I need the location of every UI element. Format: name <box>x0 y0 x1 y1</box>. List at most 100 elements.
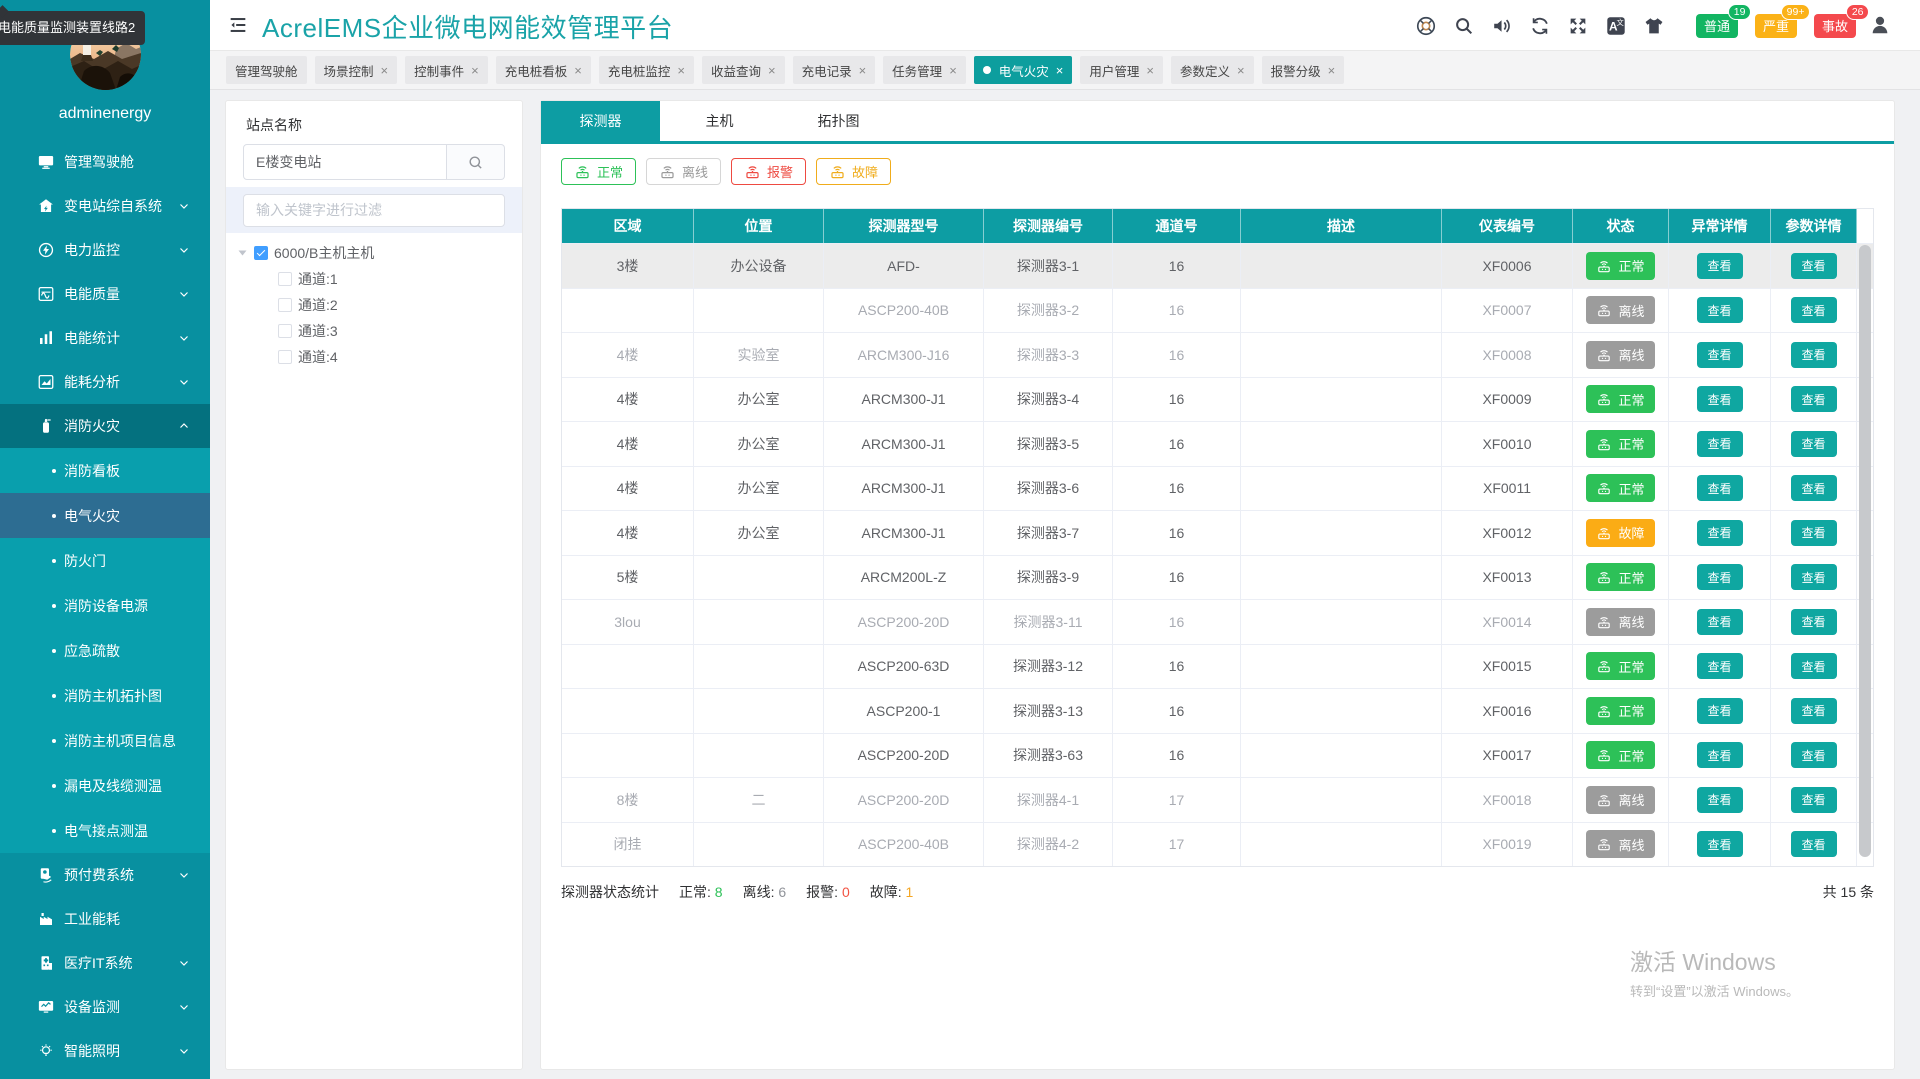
tab-主机[interactable]: 主机 <box>660 101 779 141</box>
view-button[interactable]: 查看 <box>1790 564 1837 591</box>
sidebar-subitem-消防主机拓扑图[interactable]: 消防主机拓扑图 <box>0 673 210 718</box>
view-button[interactable]: 查看 <box>1790 519 1837 546</box>
checkbox-unchecked[interactable] <box>278 324 292 338</box>
sidebar-subitem-电气火灾[interactable]: 电气火灾 <box>0 493 210 538</box>
checkbox-checked[interactable] <box>254 246 268 260</box>
work-tab-场景控制[interactable]: 场景控制 × <box>314 56 398 84</box>
table-row[interactable]: 4楼 办公室 ARCM300-J1 探测器3-6 16 XF0011 正常 查看 查看 <box>562 465 1873 510</box>
view-button[interactable]: 查看 <box>1696 653 1743 680</box>
tree-node-通道:1[interactable]: 通道:1 <box>226 266 522 292</box>
work-tab-电气火灾[interactable]: 电气火灾 × <box>973 56 1073 84</box>
work-tab-充电记录[interactable]: 充电记录 × <box>792 56 876 84</box>
work-tab-充电桩监控[interactable]: 充电桩监控 × <box>598 56 694 84</box>
work-tab-任务管理[interactable]: 任务管理 × <box>883 56 966 84</box>
table-row[interactable]: 4楼 办公室 ARCM300-J1 探测器3-4 16 XF0009 正常 查看 查看 <box>562 376 1873 421</box>
volume-icon[interactable] <box>1491 15 1513 37</box>
table-row[interactable]: 4楼 办公室 ARCM300-J1 探测器3-5 16 XF0010 正常 查看 查看 <box>562 421 1873 466</box>
tab-探测器[interactable]: 探测器 <box>541 101 660 141</box>
alarm-button-事故[interactable]: 事故 26 <box>1813 3 1869 38</box>
table-scrollbar[interactable] <box>1859 245 1871 857</box>
alarm-button-严重[interactable]: 严重 99+ <box>1754 3 1810 38</box>
work-tab-控制事件[interactable]: 控制事件 × <box>405 56 488 84</box>
view-button[interactable]: 查看 <box>1696 519 1743 546</box>
table-row[interactable]: ASCP200-40B 探测器3-2 16 XF0007 离线 查看 查看 <box>562 287 1873 332</box>
filter-button-正常[interactable]: 正常 <box>561 158 637 185</box>
work-tab-管理驾驶舱[interactable]: 管理驾驶舱 <box>226 56 307 84</box>
table-row[interactable]: ASCP200-20D 探测器3-63 16 XF0017 正常 查看 查看 <box>562 732 1873 777</box>
close-icon[interactable]: × <box>1237 63 1245 78</box>
view-button[interactable]: 查看 <box>1696 564 1743 591</box>
sidebar-subitem-防火门[interactable]: 防火门 <box>0 538 210 583</box>
sidebar-item-电力监控[interactable]: 电力监控 <box>0 228 210 272</box>
sidebar-item-设备监测[interactable]: 设备监测 <box>0 985 210 1029</box>
sidebar-item-能耗分析[interactable]: 能耗分析 <box>0 360 210 404</box>
close-icon[interactable]: × <box>949 63 957 78</box>
view-button[interactable]: 查看 <box>1696 386 1743 413</box>
tree-node-通道:4[interactable]: 通道:4 <box>226 344 522 370</box>
table-row[interactable]: ASCP200-1 探测器3-13 16 XF0016 正常 查看 查看 <box>562 688 1873 733</box>
view-button[interactable]: 查看 <box>1790 475 1837 502</box>
search-icon[interactable] <box>1453 15 1475 37</box>
tree-node-通道:3[interactable]: 通道:3 <box>226 318 522 344</box>
close-icon[interactable]: × <box>859 63 867 78</box>
sidebar-item-医疗IT系统[interactable]: 医疗IT系统 <box>0 941 210 985</box>
work-tab-用户管理[interactable]: 用户管理 × <box>1080 56 1163 84</box>
sidebar-subitem-消防看板[interactable]: 消防看板 <box>0 448 210 493</box>
view-button[interactable]: 查看 <box>1790 252 1837 279</box>
checkbox-unchecked[interactable] <box>278 298 292 312</box>
theme-icon[interactable] <box>1643 15 1665 37</box>
user-icon[interactable] <box>1869 14 1891 36</box>
help-icon[interactable] <box>1415 15 1437 37</box>
tree-filter-input[interactable] <box>243 193 505 227</box>
filter-button-离线[interactable]: 离线 <box>646 158 722 185</box>
tree-node-root[interactable]: 6000/B主机主机 <box>226 240 522 266</box>
view-button[interactable]: 查看 <box>1696 341 1743 368</box>
view-button[interactable]: 查看 <box>1696 430 1743 457</box>
sidebar-item-工业能耗[interactable]: 工业能耗 <box>0 897 210 941</box>
view-button[interactable]: 查看 <box>1790 653 1837 680</box>
view-button[interactable]: 查看 <box>1790 786 1837 813</box>
view-button[interactable]: 查看 <box>1696 297 1743 324</box>
view-button[interactable]: 查看 <box>1790 430 1837 457</box>
sidebar-subitem-消防设备电源[interactable]: 消防设备电源 <box>0 583 210 628</box>
table-row[interactable]: 闭挂 ASCP200-40B 探测器4-2 17 XF0019 离线 查看 查看 <box>562 821 1873 866</box>
tab-拓扑图[interactable]: 拓扑图 <box>779 101 898 141</box>
close-icon[interactable]: × <box>677 63 685 78</box>
work-tab-收益查询[interactable]: 收益查询 × <box>701 56 785 84</box>
work-tab-报警分级[interactable]: 报警分级 × <box>1261 56 1345 84</box>
table-row[interactable]: ASCP200-63D 探测器3-12 16 XF0015 正常 查看 查看 <box>562 643 1873 688</box>
view-button[interactable]: 查看 <box>1696 252 1743 279</box>
view-button[interactable]: 查看 <box>1696 475 1743 502</box>
sidebar-item-智能照明[interactable]: 智能照明 <box>0 1029 210 1073</box>
sidebar-item-管理驾驶舱[interactable]: 管理驾驶舱 <box>0 140 210 184</box>
view-button[interactable]: 查看 <box>1790 608 1837 635</box>
sidebar-subitem-电气接点测温[interactable]: 电气接点测温 <box>0 808 210 853</box>
work-tab-参数定义[interactable]: 参数定义 × <box>1171 56 1254 84</box>
refresh-icon[interactable] <box>1529 15 1551 37</box>
sidebar-subitem-漏电及线缆测温[interactable]: 漏电及线缆测温 <box>0 763 210 808</box>
close-icon[interactable]: × <box>1146 63 1154 78</box>
table-row[interactable]: 3楼 办公设备 AFD- 探测器3-1 16 XF0006 正常 查看 查看 <box>562 243 1873 288</box>
sidebar-item-变电站综自系统[interactable]: 变电站综自系统 <box>0 184 210 228</box>
view-button[interactable]: 查看 <box>1790 297 1837 324</box>
table-row[interactable]: 4楼 办公室 ARCM300-J1 探测器3-7 16 XF0012 故障 查看 查看 <box>562 510 1873 555</box>
view-button[interactable]: 查看 <box>1790 697 1837 724</box>
menu-fold-icon[interactable] <box>227 14 249 36</box>
station-name-input[interactable] <box>243 144 447 180</box>
close-icon[interactable]: × <box>1056 63 1064 78</box>
sidebar-item-消防火灾[interactable]: 消防火灾 <box>0 404 210 448</box>
sidebar-item-电能统计[interactable]: 电能统计 <box>0 316 210 360</box>
work-tab-充电桩看板[interactable]: 充电桩看板 × <box>495 56 591 84</box>
station-search-button[interactable] <box>447 144 505 180</box>
filter-button-报警[interactable]: 报警 <box>731 158 807 185</box>
fullscreen-icon[interactable] <box>1567 15 1589 37</box>
sidebar-item-预付费系统[interactable]: 预付费系统 <box>0 853 210 897</box>
checkbox-unchecked[interactable] <box>278 350 292 364</box>
view-button[interactable]: 查看 <box>1790 386 1837 413</box>
view-button[interactable]: 查看 <box>1696 742 1743 769</box>
view-button[interactable]: 查看 <box>1696 786 1743 813</box>
close-icon[interactable]: × <box>471 63 479 78</box>
translate-icon[interactable]: A 文 <box>1605 15 1627 37</box>
sidebar-subitem-消防主机项目信息[interactable]: 消防主机项目信息 <box>0 718 210 763</box>
table-row[interactable]: 8楼 二 ASCP200-20D 探测器4-1 17 XF0018 离线 查看 查看 <box>562 777 1873 822</box>
